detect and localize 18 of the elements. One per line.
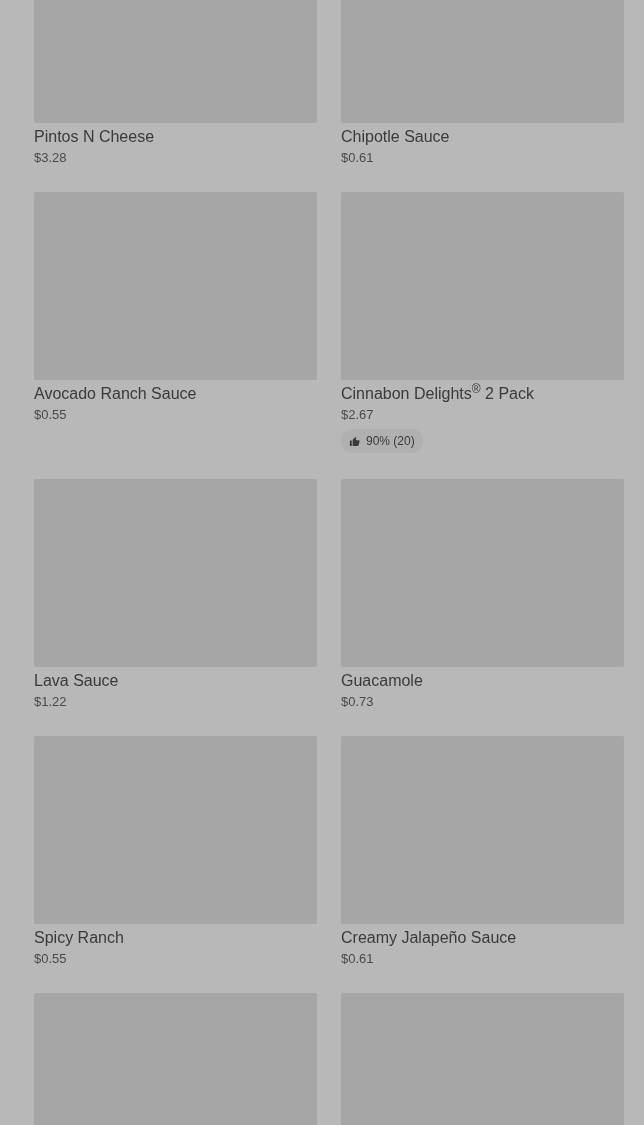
product-name: Creamy Jalapeño Sauce bbox=[341, 928, 518, 948]
product-price: $1.22 bbox=[34, 694, 68, 710]
product-name: Chipotle Sauce bbox=[341, 127, 451, 147]
product-price: $0.61 bbox=[341, 951, 375, 967]
product-price: $0.73 bbox=[341, 694, 375, 710]
product-name: Spicy Ranch bbox=[34, 928, 125, 948]
rating-text: 90% (20) bbox=[366, 433, 415, 450]
product-name: Avocado Ranch Sauce bbox=[34, 384, 198, 404]
product-price: $2.67 bbox=[341, 407, 375, 423]
product-name: Pintos N Cheese bbox=[34, 127, 156, 147]
product-price: $0.55 bbox=[34, 951, 68, 967]
product-price: $0.61 bbox=[341, 150, 375, 166]
thumbs-up-icon bbox=[349, 435, 360, 447]
product-name: Cinnabon Delights$^{®}$ 2 Pack bbox=[341, 384, 535, 404]
product-name: Lava Sauce bbox=[34, 671, 120, 691]
product-name: Guacamole bbox=[341, 671, 424, 691]
product-price: $0.55 bbox=[34, 407, 68, 423]
product-price: $3.28 bbox=[34, 150, 68, 166]
